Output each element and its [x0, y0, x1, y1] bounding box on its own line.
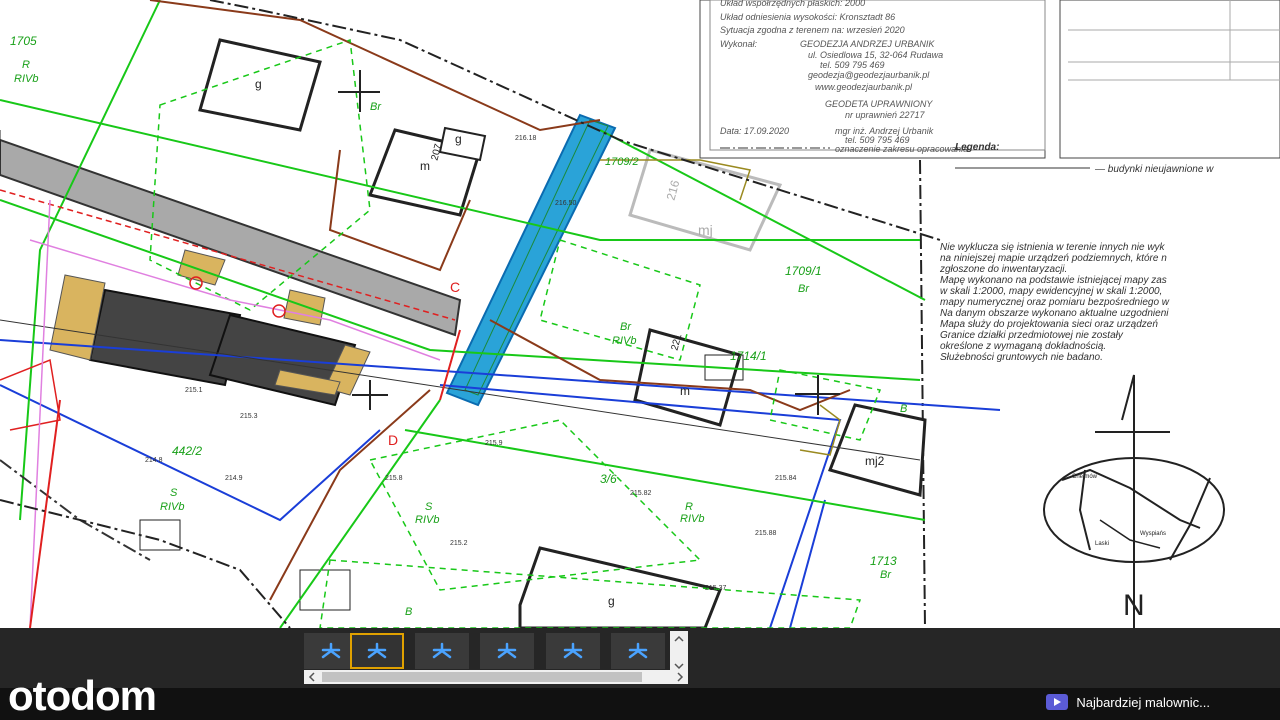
- parcel-label: 1713: [870, 554, 897, 568]
- building-label: m: [420, 159, 430, 173]
- info-line: GEODEZJA ANDRZEJ URBANIK: [800, 39, 935, 49]
- use-label: RIVb: [415, 514, 439, 526]
- chevron-right-icon[interactable]: [677, 672, 684, 682]
- height-label: 216.50: [555, 200, 577, 207]
- pdf-icon: [563, 642, 583, 659]
- building-label: g: [455, 132, 462, 146]
- height-label: 215.84: [775, 475, 797, 482]
- height-label: 214.8: [145, 457, 163, 464]
- note-line: Mapa służy do projektowania sieci oraz u…: [940, 319, 1158, 330]
- use-label: R: [685, 501, 693, 513]
- building-label: g: [255, 77, 262, 91]
- note-line: Na danym obszarze wykonano aktualne uzgo…: [940, 308, 1169, 319]
- point-label: D: [388, 432, 398, 448]
- use-label: R: [22, 59, 30, 71]
- note-line: Służebności gruntowych nie badano.: [940, 352, 1103, 363]
- pdf-icon: [321, 642, 341, 659]
- note-line: określone z wymaganą dokładnością.: [940, 341, 1106, 352]
- note-line: zgłoszone do inwentaryzacji.: [939, 264, 1067, 275]
- note-line: w skali 1:2000, mapy ewidencyjnej w skal…: [940, 286, 1162, 297]
- thumbnail[interactable]: [415, 633, 469, 669]
- use-label: B: [900, 403, 907, 415]
- building-label: mj2: [865, 454, 885, 468]
- pdf-icon: [432, 642, 452, 659]
- chevron-left-icon[interactable]: [308, 672, 315, 682]
- promo-text: Najbardziej malownic...: [1076, 694, 1210, 710]
- locator-label: Chełmów: [1072, 474, 1098, 480]
- north-label: N: [1123, 589, 1145, 622]
- building-label: m: [680, 384, 690, 398]
- info-line: www.geodezjaurbanik.pl: [815, 82, 913, 92]
- locator-label: Laski: [1095, 541, 1109, 547]
- info-line: geodezja@geodezjaurbanik.pl: [808, 70, 930, 80]
- info-line: tel. 509 795 469: [820, 60, 885, 70]
- use-label: B: [405, 606, 412, 618]
- use-label: Br: [620, 321, 632, 333]
- info-line: Układ odniesienia wysokości: Kronsztadt …: [720, 12, 895, 22]
- parcel-label: 3/6: [600, 472, 617, 486]
- thumbnail-active[interactable]: [350, 633, 404, 669]
- locator-label: Wyspiańs: [1140, 531, 1166, 537]
- height-label: 215.82: [630, 490, 652, 497]
- parcel-label: 1709/1: [785, 264, 822, 278]
- note-line: mapy numerycznej oraz pomiaru bezpośredn…: [940, 297, 1170, 308]
- pdf-icon: [497, 642, 517, 659]
- info-line: ul. Osiedlowa 15, 32-064 Rudawa: [808, 50, 943, 60]
- info-line: GEODETA UPRAWNIONY: [825, 99, 933, 109]
- building-label: g: [608, 594, 615, 608]
- height-label: 215.2: [450, 540, 468, 547]
- parcel-label: 442/2: [172, 444, 202, 458]
- height-label: 215.37: [705, 585, 727, 592]
- height-label: 215.8: [385, 475, 403, 482]
- note-line: Mapę wykonano na podstawie istniejącej m…: [940, 275, 1167, 286]
- use-label: Br: [370, 101, 382, 113]
- info-line: oznaczenie zakresu opracowania: [835, 144, 968, 154]
- thumbnail[interactable]: [546, 633, 600, 669]
- height-label: 214.9: [225, 475, 243, 482]
- chevron-down-icon[interactable]: [674, 663, 684, 670]
- use-label: RIVb: [612, 335, 636, 347]
- info-line: nr uprawnień 22717: [845, 110, 926, 120]
- pdf-icon: [367, 642, 387, 659]
- use-label: RIVb: [14, 73, 38, 85]
- use-label: Br: [798, 283, 810, 295]
- building-label: mj: [698, 222, 713, 238]
- height-label: 215.88: [755, 530, 777, 537]
- promo-link[interactable]: Najbardziej malownic...: [1046, 694, 1210, 710]
- note-line: na niniejszej mapie urządzeń podziemnych…: [940, 253, 1167, 264]
- height-label: 216.18: [515, 135, 537, 142]
- legend-title: Legenda:: [955, 142, 999, 153]
- use-label: RIVb: [680, 513, 704, 525]
- height-label: 215.1: [185, 387, 203, 394]
- legend-line: — budynki nieujawnione w: [1094, 164, 1214, 175]
- parcel-label: 1705: [10, 34, 37, 48]
- thumbnail-strip: [0, 628, 1280, 688]
- use-label: S: [170, 487, 178, 499]
- chevron-up-icon[interactable]: [674, 635, 684, 642]
- brand-logo: otodom: [8, 672, 157, 719]
- parcel-label: 1709/2: [605, 156, 639, 168]
- video-camera-icon: [1046, 694, 1069, 710]
- point-label: C: [450, 279, 460, 295]
- note-line: Nie wyklucza się istnienia w terenie inn…: [940, 242, 1166, 253]
- parcel-label: 1714/1: [730, 349, 767, 363]
- use-label: S: [425, 501, 433, 513]
- survey-map: Układ współrzędnych płaskich: 2000 Układ…: [0, 0, 1280, 628]
- pdf-icon: [628, 642, 648, 659]
- use-label: Br: [880, 569, 892, 581]
- info-line: Data: 17.09.2020: [720, 126, 789, 136]
- vertical-scrollbar[interactable]: [670, 631, 688, 673]
- info-line: Sytuacja zgodna z terenem na: wrzesień 2…: [720, 25, 905, 35]
- use-label: RIVb: [160, 501, 184, 513]
- height-label: 215.3: [240, 413, 258, 420]
- thumbnail[interactable]: [480, 633, 534, 669]
- height-label: 215.9: [485, 440, 503, 447]
- info-line: Układ współrzędnych płaskich: 2000: [720, 0, 865, 8]
- info-line: Wykonał:: [720, 39, 758, 49]
- note-line: Granice działki przedmiotowej nie został…: [940, 330, 1124, 341]
- horizontal-scrollbar[interactable]: [304, 670, 688, 684]
- thumbnail[interactable]: [611, 633, 665, 669]
